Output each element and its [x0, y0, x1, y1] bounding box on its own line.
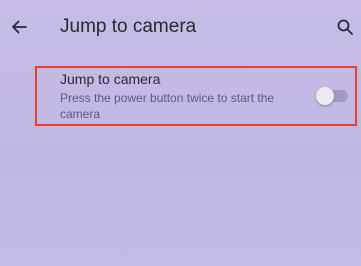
setting-summary: Press the power button twice to start th… — [60, 91, 275, 121]
setting-row-jump-to-camera[interactable]: Jump to camera Press the power button tw… — [35, 66, 357, 126]
toggle-thumb — [316, 87, 334, 105]
jump-to-camera-toggle[interactable] — [316, 87, 350, 105]
search-icon — [337, 19, 353, 35]
search-button[interactable] — [333, 14, 357, 40]
page-title: Jump to camera — [60, 16, 197, 37]
app-bar: Jump to camera — [0, 0, 361, 56]
setting-title: Jump to camera — [60, 71, 161, 87]
arrow-left-icon — [12, 20, 27, 34]
back-button[interactable] — [4, 12, 34, 42]
settings-screen: Jump to camera Jump to camera Press the … — [0, 0, 361, 266]
